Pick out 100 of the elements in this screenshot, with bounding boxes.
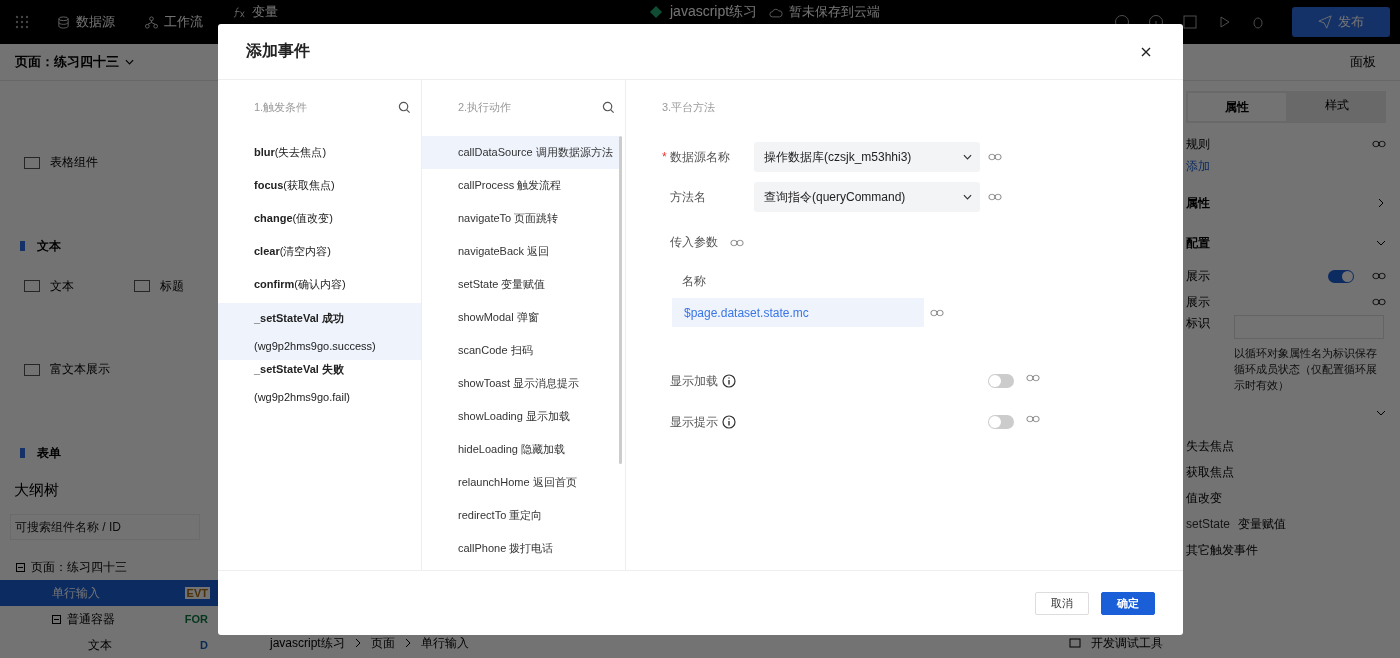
trigger-item[interactable]: blur(失去焦点) xyxy=(218,136,421,169)
action-item[interactable]: scanCode 扫码 xyxy=(422,334,619,367)
trigger-item[interactable]: change(值改变) xyxy=(218,202,421,235)
action-item[interactable]: redirectTo 重定向 xyxy=(422,499,619,532)
event-item[interactable]: 获取焦点 xyxy=(1186,460,1234,484)
action-item[interactable]: navigateBack 返回 xyxy=(422,235,619,268)
debug-tool-link[interactable]: 开发调试工具 xyxy=(1091,634,1163,652)
tree-node[interactable]: 单行输入 EVT xyxy=(0,580,218,606)
hint-text: 以循环对象属性名为标识保存循环成员状态（仅配置循环展示时有效） xyxy=(1234,346,1378,393)
group-title: 表单 xyxy=(0,433,220,473)
cancel-button[interactable]: 取消 xyxy=(1035,591,1089,615)
link-icon[interactable] xyxy=(1026,415,1040,423)
component-item[interactable]: 表格组件 xyxy=(0,99,220,226)
chevron-icon[interactable] xyxy=(1376,408,1386,418)
link-icon[interactable] xyxy=(730,238,744,247)
toggle-switch[interactable] xyxy=(988,415,1014,429)
link-icon[interactable] xyxy=(988,193,1002,201)
action-item[interactable]: relaunchHome 返回首页 xyxy=(422,466,619,499)
link-icon[interactable] xyxy=(1026,374,1040,382)
trigger-item[interactable]: focus(获取焦点) xyxy=(218,169,421,202)
column-title: 3.平台方法 xyxy=(662,99,716,115)
logo-icon xyxy=(648,4,664,20)
action-item[interactable]: setState 变量赋值 xyxy=(422,268,619,301)
breadcrumb-link[interactable]: javascript练习 xyxy=(270,634,345,652)
component-item[interactable]: 标题 xyxy=(110,266,220,306)
breadcrumb-link[interactable]: 页面 xyxy=(370,634,395,652)
tag: EVT xyxy=(184,587,210,599)
section-title[interactable]: 属性 xyxy=(1186,194,1368,212)
toggle-switch[interactable] xyxy=(1328,269,1354,283)
tree-node[interactable]: 普通容器 FOR xyxy=(0,606,218,632)
dialog-title: 添加事件 xyxy=(246,41,310,61)
action-item[interactable]: hideLoading 隐藏加载 xyxy=(422,433,619,466)
panel-label[interactable]: 面板 xyxy=(1350,53,1376,71)
search-field[interactable]: 可搜索组件名称 / ID xyxy=(10,514,200,540)
trigger-item[interactable]: _setStateVal 失败 (wg9p2hms9go.fail) xyxy=(218,362,421,403)
event-item[interactable]: 变量赋值 xyxy=(1238,512,1287,536)
breadcrumb-link[interactable]: 单行输入 xyxy=(420,634,469,652)
info-icon[interactable] xyxy=(722,374,736,388)
scrollbar-thumb[interactable] xyxy=(619,136,622,464)
cloud-icon xyxy=(769,6,784,18)
tree-node[interactable]: 文本 D xyxy=(0,632,218,658)
trigger-item[interactable]: confirm(确认内容) xyxy=(218,268,421,301)
chevron-icon[interactable] xyxy=(1376,198,1386,208)
info-icon[interactable] xyxy=(722,415,736,429)
select-field[interactable]: 查询指令(queryCommand) xyxy=(754,182,980,212)
nav-item[interactable]: 变量 xyxy=(233,3,278,21)
event-item[interactable]: 值改变 xyxy=(1186,486,1222,510)
search-icon[interactable] xyxy=(398,100,411,114)
action-item[interactable]: showToast 显示消息提示 xyxy=(422,367,619,400)
link-icon[interactable] xyxy=(1372,272,1386,280)
tag: D xyxy=(198,639,210,651)
publish-button[interactable]: 发布 xyxy=(1292,7,1390,37)
link-icon[interactable] xyxy=(988,153,1002,161)
function-icon xyxy=(233,5,246,19)
project-name: javascript练习 xyxy=(670,3,758,21)
component-item[interactable]: 富文本展示 xyxy=(0,306,220,433)
link-icon[interactable] xyxy=(1372,140,1386,148)
property-label: 规则 xyxy=(1186,135,1211,153)
send-icon xyxy=(1318,15,1332,29)
field-label: 数据源名称 xyxy=(670,148,730,166)
action-item[interactable]: callPhone 拨打电话 xyxy=(422,532,619,565)
param-field[interactable]: $page.dataset.state.mc xyxy=(672,298,924,327)
event-item[interactable]: 失去焦点 xyxy=(1186,434,1234,458)
component-item[interactable]: 文本 xyxy=(0,266,110,306)
confirm-button[interactable]: 确定 xyxy=(1101,591,1155,615)
add-link[interactable]: 添加 xyxy=(1186,157,1210,175)
database-icon xyxy=(57,15,70,29)
collapse-icon[interactable] xyxy=(52,614,61,624)
event-method: setState xyxy=(1186,517,1231,531)
nav-item[interactable]: 工作流 xyxy=(145,13,203,31)
close-icon[interactable] xyxy=(1141,46,1151,57)
page-selector[interactable]: 页面：练习四十三 xyxy=(15,53,119,71)
trigger-item[interactable]: clear(清空内容) xyxy=(218,235,421,268)
action-item[interactable]: navigateTo 页面跳转 xyxy=(422,202,619,235)
field-label: 传入参数 xyxy=(670,234,718,251)
section-title[interactable]: 配置 xyxy=(1186,234,1368,252)
toggle-switch[interactable] xyxy=(988,374,1014,388)
action-item[interactable]: callProcess 触发流程 xyxy=(422,169,619,202)
panel-tab[interactable]: 属性 xyxy=(1188,93,1286,121)
chevron-icon xyxy=(404,638,411,648)
nav-item[interactable]: 数据源 xyxy=(57,13,115,31)
chevron-icon xyxy=(354,638,361,648)
action-item[interactable]: showModal 弹窗 xyxy=(422,301,619,334)
chevron-icon[interactable] xyxy=(125,59,134,65)
required-mark: * xyxy=(662,150,668,164)
link-icon[interactable] xyxy=(930,308,944,317)
terminal-icon xyxy=(1069,637,1081,649)
select-field[interactable]: 操作数据库(czsjk_m53hhi3) xyxy=(754,142,980,172)
chevron-icon[interactable] xyxy=(1376,238,1386,248)
search-icon[interactable] xyxy=(602,100,615,114)
property-label: 标识 xyxy=(1186,315,1211,332)
event-item[interactable]: 其它触发事件 xyxy=(1186,538,1258,562)
tree-node[interactable]: 页面：练习四十三 xyxy=(0,554,218,580)
outline-title: 大纲树 xyxy=(13,480,60,500)
trigger-item[interactable]: _setStateVal 成功 (wg9p2hms9go.success) xyxy=(218,303,421,360)
collapse-icon[interactable] xyxy=(16,562,25,572)
link-icon[interactable] xyxy=(1372,298,1386,306)
action-item[interactable]: showLoading 显示加载 xyxy=(422,400,619,433)
action-item[interactable]: callDataSource 调用数据源方法 xyxy=(422,136,619,169)
field-label: 方法名 xyxy=(670,188,706,206)
